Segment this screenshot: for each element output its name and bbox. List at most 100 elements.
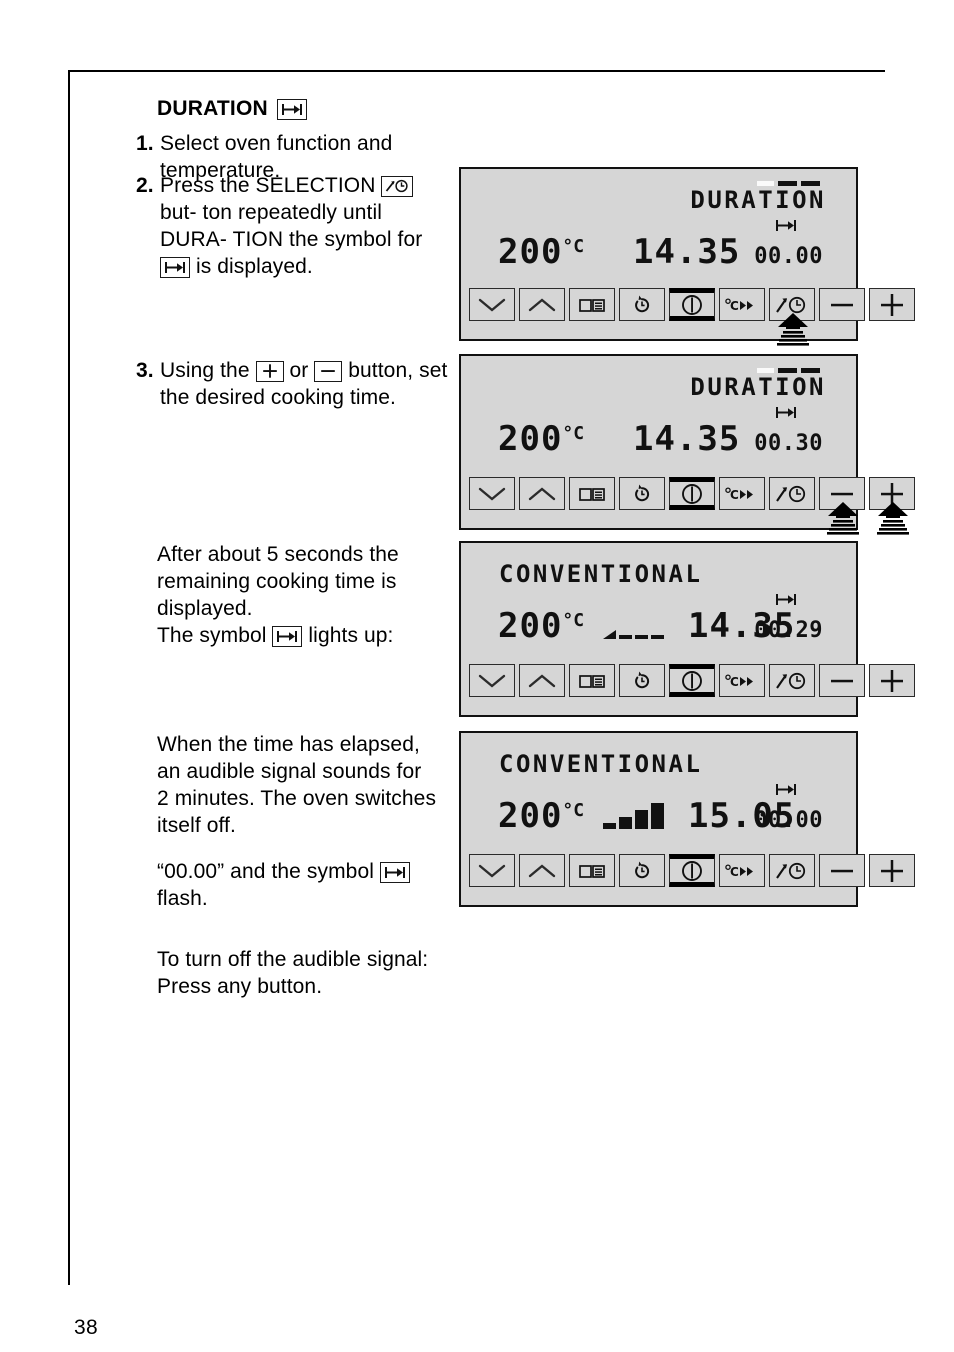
- step-3-number: 3.: [136, 359, 154, 382]
- plus-button[interactable]: [869, 288, 915, 321]
- timer-button[interactable]: [619, 854, 665, 887]
- press-indicator-arrow: [870, 501, 916, 537]
- oven-display-panel-1: DURATION 200°C 14.35 00.00 C: [459, 167, 915, 346]
- temperature-button[interactable]: C: [719, 664, 765, 697]
- display-button-row-1: C: [469, 288, 915, 346]
- duration-icon: [276, 98, 307, 120]
- step-2-text-a: Press the SELECTION: [160, 174, 376, 197]
- display-temperature-3: 200°C: [498, 606, 584, 646]
- display-mode-text-2: DURATION: [690, 373, 826, 401]
- plus-icon: [255, 360, 284, 382]
- up-chevron-button[interactable]: [519, 477, 565, 510]
- display-mode-text-1: DURATION: [690, 186, 826, 214]
- turnoff-line-1: To turn off the audible signal:: [157, 948, 429, 971]
- svg-text:C: C: [730, 299, 739, 313]
- display-mode-text-4: CONVENTIONAL: [499, 750, 703, 778]
- temperature-unit-4: °C: [562, 800, 585, 821]
- temperature-unit-2: °C: [562, 423, 585, 444]
- step-3-text-a: Using the: [160, 359, 250, 382]
- elapsed-line-1: When the time has elapsed,: [157, 733, 420, 756]
- heat-level-indicator-3: [603, 613, 664, 639]
- display-temperature-4: 200°C: [498, 796, 584, 836]
- after-5s-line-2: remaining cooking time is: [157, 570, 397, 593]
- step-3-body: Using the or button, set the desired coo…: [160, 357, 470, 411]
- plus-button[interactable]: [869, 854, 915, 887]
- minus-button[interactable]: [819, 288, 865, 321]
- book-button[interactable]: [569, 854, 615, 887]
- page-title: DURATION: [157, 97, 307, 121]
- page-title-text: DURATION: [157, 97, 268, 120]
- step-2-body: Press the SELECTION but- ton repeatedly …: [160, 172, 445, 280]
- down-chevron-button[interactable]: [469, 854, 515, 887]
- elapsed-line-2: an audible signal sounds for: [157, 760, 422, 783]
- book-button[interactable]: [569, 477, 615, 510]
- timer-button[interactable]: [619, 288, 665, 321]
- plus-button[interactable]: [869, 664, 915, 697]
- display-mode-text-3: CONVENTIONAL: [499, 560, 703, 588]
- power-button[interactable]: [669, 477, 715, 510]
- turnoff-line-2: Press any button.: [157, 975, 323, 998]
- temperature-unit-1: °C: [562, 236, 585, 257]
- press-indicator-arrow: [770, 312, 816, 348]
- up-chevron-button[interactable]: [519, 288, 565, 321]
- selection-icon: [381, 175, 414, 197]
- duration-icon: [775, 219, 797, 237]
- temperature-value-4: 200: [498, 796, 563, 836]
- book-button[interactable]: [569, 288, 615, 321]
- display-button-row-4: C: [469, 854, 915, 887]
- power-button[interactable]: [669, 854, 715, 887]
- up-chevron-button[interactable]: [519, 664, 565, 697]
- step-2-text-d: TION the symbol for: [232, 228, 423, 251]
- temperature-button[interactable]: C: [719, 854, 765, 887]
- step-3-text-b: or: [289, 359, 309, 382]
- temperature-button[interactable]: C: [719, 477, 765, 510]
- up-chevron-button[interactable]: [519, 854, 565, 887]
- symbol-lights-up-text-b: lights up:: [308, 624, 394, 647]
- page-number: 38: [74, 1316, 98, 1339]
- minus-button[interactable]: [819, 664, 865, 697]
- display-timer-1: 00.00: [754, 244, 823, 269]
- step-2-text-b: but-: [160, 201, 197, 224]
- step-3: 3. Using the or button, set the desired …: [136, 357, 470, 411]
- down-chevron-button[interactable]: [469, 477, 515, 510]
- display-button-row-2: C: [469, 477, 915, 535]
- elapsed-line-4: itself off.: [157, 814, 236, 837]
- power-button[interactable]: [669, 664, 715, 697]
- book-button[interactable]: [569, 664, 615, 697]
- duration-icon: [775, 406, 797, 424]
- svg-text:C: C: [730, 675, 739, 689]
- heat-level-indicator-4: [603, 803, 664, 829]
- selection-button[interactable]: [769, 288, 815, 346]
- oven-display-panel-3: CONVENTIONAL 200°C 14.35 00.29 C: [459, 541, 915, 717]
- plus-button[interactable]: [869, 477, 915, 535]
- temperature-button[interactable]: C: [719, 288, 765, 321]
- oven-display-panel-4: CONVENTIONAL 200°C 15.05 00.00 C: [459, 731, 915, 907]
- svg-text:C: C: [730, 865, 739, 879]
- paragraph-flash: “00.00” and the symbol flash.: [157, 858, 457, 912]
- timer-button[interactable]: [619, 664, 665, 697]
- down-chevron-button[interactable]: [469, 288, 515, 321]
- temperature-value-2: 200: [498, 419, 563, 459]
- display-timer-2: 00.30: [754, 431, 823, 456]
- minus-icon: [314, 360, 343, 382]
- duration-icon: [272, 625, 303, 647]
- after-5s-line-1: After about 5 seconds the: [157, 543, 399, 566]
- timer-button[interactable]: [619, 477, 665, 510]
- flash-text-a: “00.00” and the symbol: [157, 860, 374, 883]
- flash-line-a-row: “00.00” and the symbol: [157, 858, 457, 885]
- minus-button[interactable]: [819, 854, 865, 887]
- paragraph-time-elapsed: When the time has elapsed, an audible si…: [157, 731, 457, 839]
- selection-button[interactable]: [769, 854, 815, 887]
- power-button[interactable]: [669, 288, 715, 321]
- selection-button[interactable]: [769, 477, 815, 510]
- display-temperature-2: 200°C: [498, 419, 584, 459]
- display-button-row-3: C: [469, 664, 915, 697]
- down-chevron-button[interactable]: [469, 664, 515, 697]
- minus-button[interactable]: [819, 477, 865, 535]
- step-2-number: 2.: [136, 174, 154, 197]
- step-2: 2. Press the SELECTION but- ton repeated…: [136, 172, 445, 280]
- paragraph-after-5-seconds: After about 5 seconds the remaining cook…: [157, 541, 457, 649]
- step-3-text-c: button,: [348, 359, 414, 382]
- step-2-text-f: displayed.: [217, 255, 313, 278]
- selection-button[interactable]: [769, 664, 815, 697]
